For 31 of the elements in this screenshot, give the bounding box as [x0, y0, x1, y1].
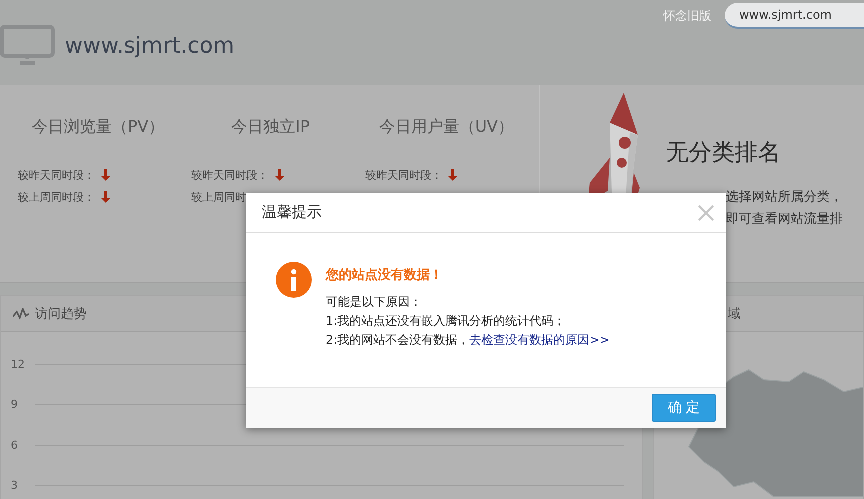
close-button[interactable]: × — [694, 198, 718, 226]
pulse-icon — [13, 308, 29, 320]
comparison-label: 较昨天同时段： — [18, 168, 95, 182]
ranking-title: 无分类排名 — [666, 139, 782, 168]
ranking-hint: 即可查看网站流量排 — [726, 211, 843, 229]
panel-title: 访问趋势 — [35, 306, 87, 322]
comparison-label: 较上周同时 — [192, 190, 247, 204]
check-reason-link[interactable]: 去检查没有数据的原因>> — [470, 333, 610, 347]
comparison-label: 较昨天同时段： — [365, 168, 442, 182]
reason-text: 可能是以下原因： — [326, 294, 423, 311]
reason-text: 2:我的网站不会没有数据，去检查没有数据的原因>> — [326, 332, 610, 349]
dialog-heading: 您的站点没有数据！ — [326, 267, 444, 284]
axis-tick-label: 12 — [11, 358, 26, 371]
stat-title: 今日浏览量（PV） — [32, 117, 166, 138]
info-icon — [276, 262, 312, 298]
site-title: www.sjmrt.com — [65, 34, 235, 58]
axis-tick-label: 9 — [11, 398, 19, 412]
dialog-title: 温馨提示 — [262, 203, 322, 222]
axis-tick-label: 3 — [11, 479, 19, 492]
panel-title: 域 — [728, 306, 741, 322]
reason-text: 1:我的站点还没有嵌入腾讯分析的统计代码； — [326, 313, 567, 330]
monitor-icon — [0, 25, 55, 67]
stat-title: 今日独立IP — [232, 117, 312, 138]
old-version-link[interactable]: 怀念旧版 — [663, 8, 712, 24]
ranking-hint: 选择网站所属分类， — [726, 189, 843, 207]
site-selector[interactable]: www.sjmrt.com — [725, 3, 864, 29]
comparison-label: 较上周同时段： — [18, 190, 95, 204]
axis-tick-label: 6 — [11, 438, 19, 452]
comparison-label: 较昨天同时段： — [192, 168, 269, 182]
confirm-button[interactable]: 确 定 — [652, 394, 716, 422]
stat-title: 今日用户量（UV） — [379, 117, 515, 138]
